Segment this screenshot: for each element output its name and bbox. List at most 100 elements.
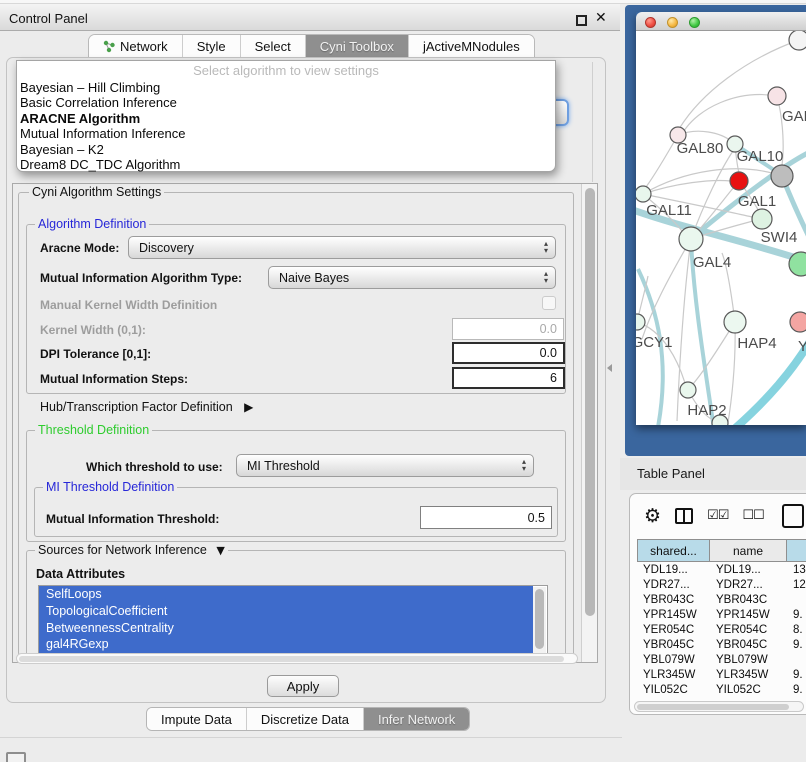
hub-definition-toggle[interactable]: Hub/Transcription Factor Definition ▶ (40, 400, 253, 414)
network-icon (103, 40, 116, 53)
table-row[interactable]: YDR27...YDR27...12 (637, 577, 806, 592)
manual-kernel-checkbox[interactable] (542, 296, 556, 310)
data-attribute-item[interactable]: SelfLoops (39, 586, 533, 603)
split-columns-icon[interactable] (675, 508, 693, 524)
algorithm-option[interactable]: Basic Correlation Inference (17, 95, 555, 110)
table-row[interactable]: YBR043CYBR043C (637, 592, 806, 607)
kernel-width-field[interactable]: 0.0 (452, 318, 564, 340)
table-row[interactable]: YPR145WYPR145W9. (637, 607, 806, 622)
table-cell: YDR27... (637, 579, 710, 591)
table-row[interactable]: YIL052CYIL052C9. (637, 683, 806, 698)
algorithm-option[interactable]: Dream8 DC_TDC Algorithm (17, 157, 555, 172)
mi-threshold-label: Mutual Information Threshold: (46, 512, 219, 526)
minimize-window-icon[interactable] (667, 17, 678, 28)
scrollbar-thumb[interactable] (637, 704, 789, 710)
network-node-label: Y (798, 338, 806, 355)
gear-icon[interactable]: ⚙ (644, 505, 661, 527)
data-attribute-item[interactable]: gal4RGexp (39, 636, 533, 653)
tab-cyni-toolbox[interactable]: Cyni Toolbox (306, 35, 409, 57)
network-node[interactable] (680, 382, 696, 398)
algorithm-option[interactable]: ARACNE Algorithm (17, 111, 555, 126)
network-graph[interactable]: GALGAL80GAL10GAL1GAL11SWI4GAL4GCY1HAP4YH… (636, 31, 806, 425)
network-canvas[interactable]: GALGAL80GAL10GAL1GAL11SWI4GAL4GCY1HAP4YH… (636, 31, 806, 425)
network-node[interactable] (789, 31, 806, 50)
table-cell: YPR145W (637, 609, 710, 621)
settings-horizontal-scrollbar[interactable] (16, 653, 578, 664)
table-row[interactable]: YBL079WYBL079W (637, 653, 806, 668)
aracne-mode-combo[interactable]: Discovery ▴▾ (128, 236, 556, 259)
table-horizontal-scrollbar[interactable] (634, 701, 804, 712)
network-node[interactable] (771, 165, 793, 187)
data-attribute-item[interactable]: BetweennessCentrality (39, 620, 533, 637)
network-node-label: HAP2 (687, 402, 726, 419)
network-node-label: GAL4 (693, 254, 731, 271)
deselect-all-icon[interactable]: ☐☐ (742, 508, 763, 523)
table-row[interactable]: YBR045CYBR045C9. (637, 637, 806, 652)
dpi-tolerance-label: DPI Tolerance [0,1]: (40, 347, 151, 361)
network-node[interactable] (636, 186, 651, 202)
select-all-icon[interactable]: ☑☑ (707, 508, 728, 523)
panel-border-fragment (592, 62, 593, 182)
algorithm-option[interactable]: Bayesian – Hill Climbing (17, 80, 555, 95)
network-node[interactable] (730, 172, 748, 190)
aracne-mode-value: Discovery (139, 241, 194, 255)
network-node[interactable] (790, 312, 806, 332)
mi-threshold-field[interactable]: 0.5 (420, 506, 552, 529)
tab-network-label: Network (120, 39, 168, 54)
list-vertical-scrollbar[interactable] (533, 587, 546, 655)
algorithm-option[interactable]: Bayesian – K2 (17, 142, 555, 157)
network-node[interactable] (679, 227, 703, 251)
network-node-label: GAL1 (738, 193, 776, 210)
mi-type-combo[interactable]: Naive Bayes ▴▾ (268, 266, 556, 289)
dpi-tolerance-field[interactable]: 0.0 (452, 342, 565, 364)
settings-vertical-scrollbar[interactable] (581, 184, 597, 662)
combo-arrows-icon: ▴▾ (544, 240, 548, 254)
close-window-icon[interactable] (645, 17, 656, 28)
cyni-bottom-tabbar: Impute Data Discretize Data Infer Networ… (146, 707, 470, 731)
collapse-right-icon: ▶ (244, 400, 253, 414)
column-header-name[interactable]: name (710, 539, 787, 562)
scrollbar-thumb[interactable] (535, 589, 544, 649)
network-window-titlebar[interactable] (636, 12, 806, 31)
table-panel-title: Table Panel (637, 466, 705, 481)
algorithm-dropdown-open: Select algorithm to view settings Bayesi… (16, 60, 556, 172)
tab-style[interactable]: Style (183, 35, 241, 57)
tab-style-label: Style (197, 39, 226, 54)
apply-button[interactable]: Apply (267, 675, 339, 697)
which-threshold-combo[interactable]: MI Threshold ▴▾ (236, 454, 534, 477)
tab-select[interactable]: Select (241, 35, 306, 57)
network-node[interactable] (768, 87, 786, 105)
network-node[interactable] (636, 314, 645, 330)
table-cell: YBL079W (710, 654, 787, 666)
cyni-settings-group-title: Cyni Algorithm Settings (29, 185, 164, 199)
column-header-shared-name[interactable]: shared... (637, 539, 710, 562)
float-panel-icon[interactable] (576, 15, 587, 26)
mi-steps-field[interactable]: 6 (452, 367, 565, 389)
table-cell: YER054C (710, 624, 787, 636)
tab-infer-network[interactable]: Infer Network (364, 708, 469, 730)
scrollbar-thumb[interactable] (19, 656, 564, 662)
threshold-definition-title: Threshold Definition (35, 423, 152, 437)
table-row[interactable]: YER054CYER054C8. (637, 622, 806, 637)
data-attribute-item[interactable]: TopologicalCoefficient (39, 603, 533, 620)
splitter-handle[interactable] (607, 364, 612, 372)
table-cell: 13 (787, 564, 806, 576)
table-row[interactable]: YLR345WYLR345W9. (637, 668, 806, 683)
minimized-panel-icon[interactable] (6, 752, 26, 762)
close-panel-icon[interactable]: ✕ (595, 10, 607, 26)
function-builder-icon[interactable] (782, 504, 804, 528)
network-window: GALGAL80GAL10GAL1GAL11SWI4GAL4GCY1HAP4YH… (636, 12, 806, 425)
column-header-partial[interactable]: A (787, 539, 806, 562)
zoom-window-icon[interactable] (689, 17, 700, 28)
network-node[interactable] (724, 311, 746, 333)
table-row[interactable]: YDL19...YDL19...13 (637, 562, 806, 577)
tab-network[interactable]: Network (89, 35, 183, 57)
tab-discretize-data[interactable]: Discretize Data (247, 708, 364, 730)
algorithm-option[interactable]: Mutual Information Inference (17, 126, 555, 141)
scrollbar-thumb[interactable] (585, 188, 595, 616)
tab-jactivemnodules[interactable]: jActiveMNodules (409, 35, 534, 57)
data-attributes-list[interactable]: SelfLoopsTopologicalCoefficientBetweenne… (38, 585, 548, 657)
tab-impute-data[interactable]: Impute Data (147, 708, 247, 730)
network-node[interactable] (752, 209, 772, 229)
expand-down-icon[interactable]: ▼ (216, 544, 224, 557)
